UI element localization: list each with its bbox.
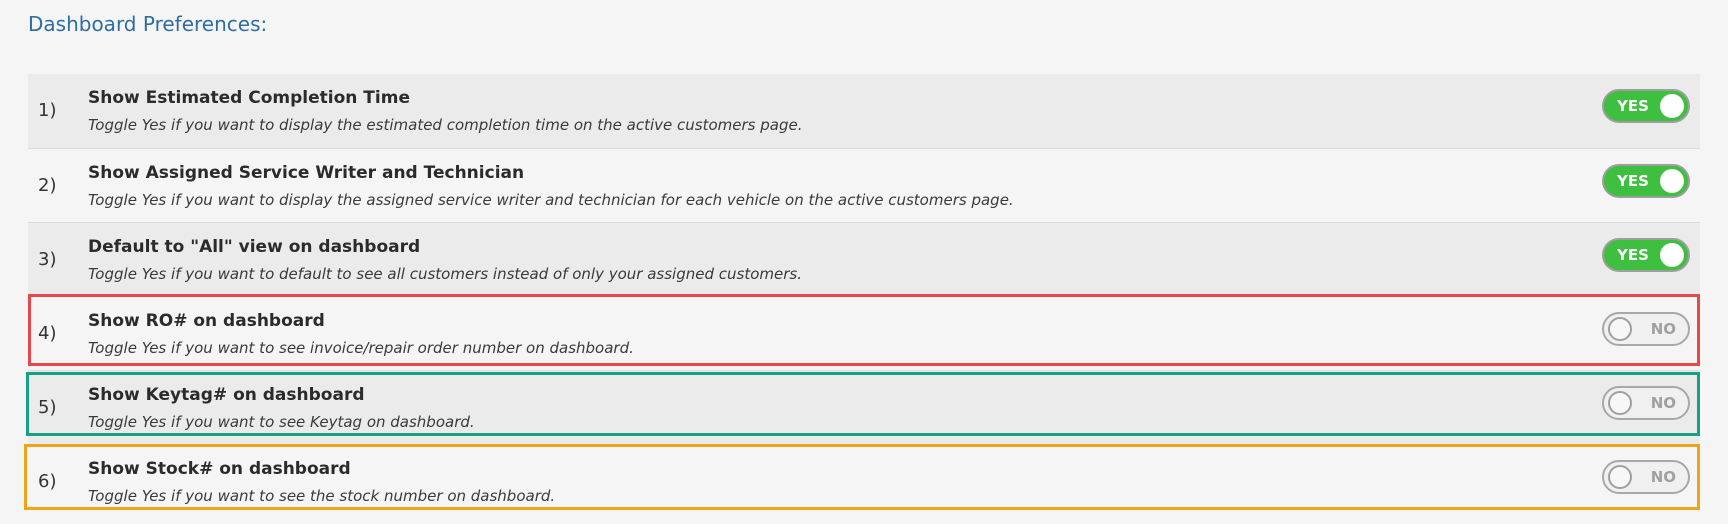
preference-row-assigned-writer: 2) Show Assigned Service Writer and Tech… xyxy=(28,148,1700,222)
preference-row-show-stock: 6) Show Stock# on dashboard Toggle Yes i… xyxy=(28,444,1700,518)
preference-description: Toggle Yes if you want to display the as… xyxy=(88,191,1014,209)
preference-title: Show Assigned Service Writer and Technic… xyxy=(88,163,525,183)
preference-row-show-ro: 4) Show RO# on dashboard Toggle Yes if y… xyxy=(28,296,1700,370)
toggle-switch-show-ro[interactable]: NO xyxy=(1602,312,1690,346)
preference-row-default-all-view: 3) Default to "All" view on dashboard To… xyxy=(28,222,1700,296)
toggle-switch-show-keytag[interactable]: NO xyxy=(1602,386,1690,420)
preference-number: 3) xyxy=(38,249,57,270)
toggle-label: YES xyxy=(1617,246,1649,264)
toggle-switch-show-stock[interactable]: NO xyxy=(1602,460,1690,494)
toggle-knob xyxy=(1660,243,1684,267)
toggle-label: YES xyxy=(1617,172,1649,190)
toggle-knob xyxy=(1608,317,1632,341)
toggle-switch-default-all-view[interactable]: YES xyxy=(1602,238,1690,272)
toggle-label: NO xyxy=(1650,468,1676,486)
preference-description: Toggle Yes if you want to see invoice/re… xyxy=(88,339,634,357)
toggle-label: YES xyxy=(1617,97,1649,115)
preference-description: Toggle Yes if you want to see the stock … xyxy=(88,487,556,505)
preferences-list: 1) Show Estimated Completion Time Toggle… xyxy=(28,74,1700,518)
preference-title: Show Estimated Completion Time xyxy=(88,88,410,108)
toggle-label: NO xyxy=(1650,394,1676,412)
toggle-switch-estimated-completion[interactable]: YES xyxy=(1602,89,1690,123)
preference-number: 2) xyxy=(38,175,57,196)
preference-row-estimated-completion: 1) Show Estimated Completion Time Toggle… xyxy=(28,74,1700,148)
preference-title: Default to "All" view on dashboard xyxy=(88,237,421,257)
toggle-knob xyxy=(1660,169,1684,193)
preference-number: 1) xyxy=(38,100,57,121)
preference-text: Show RO# on dashboard Toggle Yes if you … xyxy=(88,309,634,359)
toggle-label: NO xyxy=(1650,320,1676,338)
preference-description: Toggle Yes if you want to display the es… xyxy=(88,116,803,134)
preference-number: 4) xyxy=(38,323,57,344)
preference-text: Show Estimated Completion Time Toggle Ye… xyxy=(88,86,802,136)
toggle-knob xyxy=(1608,465,1632,489)
toggle-knob xyxy=(1608,391,1632,415)
preference-title: Show Keytag# on dashboard xyxy=(88,385,365,405)
preference-number: 5) xyxy=(38,397,57,418)
preference-title: Show RO# on dashboard xyxy=(88,311,325,331)
preference-number: 6) xyxy=(38,471,57,492)
toggle-switch-assigned-writer[interactable]: YES xyxy=(1602,164,1690,198)
preference-description: Toggle Yes if you want to see Keytag on … xyxy=(88,413,475,431)
toggle-knob xyxy=(1660,94,1684,118)
section-title: Dashboard Preferences: xyxy=(28,12,268,36)
preference-text: Show Assigned Service Writer and Technic… xyxy=(88,161,1014,211)
preference-text: Show Stock# on dashboard Toggle Yes if y… xyxy=(88,457,555,507)
preference-text: Default to "All" view on dashboard Toggl… xyxy=(88,235,802,285)
preference-text: Show Keytag# on dashboard Toggle Yes if … xyxy=(88,383,475,433)
preference-row-show-keytag: 5) Show Keytag# on dashboard Toggle Yes … xyxy=(28,370,1700,444)
preference-title: Show Stock# on dashboard xyxy=(88,459,351,479)
preference-description: Toggle Yes if you want to default to see… xyxy=(88,265,802,283)
